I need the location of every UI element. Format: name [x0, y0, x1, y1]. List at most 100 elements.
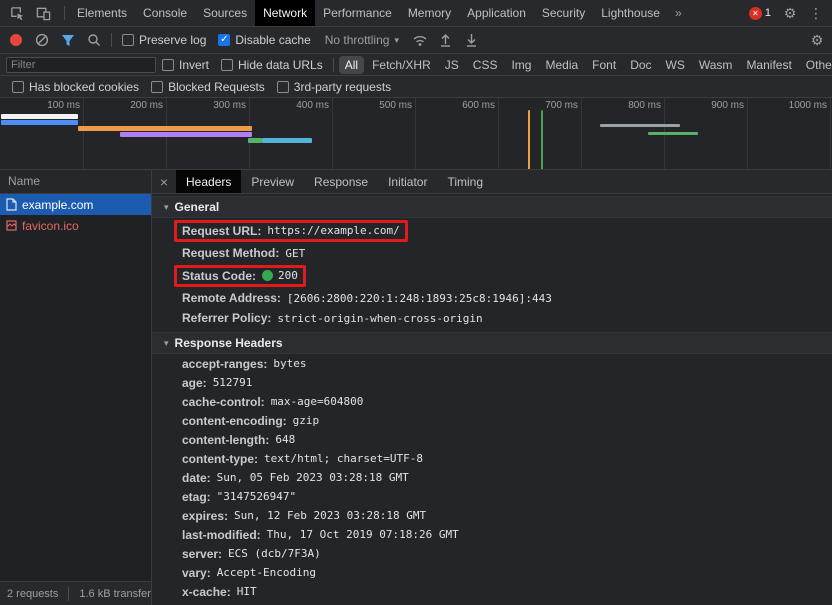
timeline-gridline: 100 ms [83, 98, 84, 169]
divider [333, 58, 334, 72]
general-section-header[interactable]: ▾ General [152, 196, 832, 218]
request-details-panel: × Headers Preview Response Initiator Tim… [152, 170, 832, 605]
request-rows: example.com favicon.ico [0, 194, 151, 581]
device-toolbar-icon[interactable] [30, 0, 56, 26]
filter-type-wasm[interactable]: Wasm [693, 56, 739, 74]
timeline-tick-label: 200 ms [105, 100, 163, 111]
invert-label: Invert [179, 58, 209, 72]
header-key: age: [182, 376, 207, 390]
preserve-log-checkbox[interactable]: Preserve log [122, 33, 206, 47]
header-key: Remote Address: [182, 291, 281, 305]
tab-console[interactable]: Console [135, 0, 195, 26]
network-summary-bar: 2 requests 1.6 kB transferred [0, 581, 151, 605]
hide-data-urls-checkbox[interactable]: Hide data URLs [221, 58, 323, 72]
filter-type-font[interactable]: Font [586, 56, 622, 74]
throttling-value: No throttling [325, 33, 390, 47]
timeline-tick-label: 1000 ms [769, 100, 827, 111]
tab-sources[interactable]: Sources [195, 0, 255, 26]
filter-type-ws[interactable]: WS [660, 56, 691, 74]
tab-memory[interactable]: Memory [400, 0, 459, 26]
timeline-tick-label: 100 ms [22, 100, 80, 111]
header-value: Sun, 12 Feb 2023 03:28:18 GMT [234, 509, 426, 522]
filter-type-js[interactable]: JS [439, 56, 465, 74]
settings-gear-icon[interactable]: ⚙ [778, 0, 802, 26]
filter-type-img[interactable]: Img [505, 56, 537, 74]
search-icon[interactable] [81, 28, 107, 52]
invert-checkbox[interactable]: Invert [162, 58, 209, 72]
overview-bar [120, 132, 252, 137]
network-settings-gear-icon[interactable]: ⚙ [805, 27, 829, 53]
header-value: HIT [237, 585, 257, 598]
tab-network[interactable]: Network [255, 0, 315, 26]
checkbox-unchecked-icon [277, 81, 289, 93]
request-row-favicon-ico[interactable]: favicon.ico [0, 215, 151, 236]
header-value: ECS (dcb/7F3A) [228, 547, 321, 560]
tab-security[interactable]: Security [534, 0, 593, 26]
network-conditions-icon[interactable] [407, 28, 433, 52]
header-value: 648 [275, 433, 295, 446]
filter-type-fetch-xhr[interactable]: Fetch/XHR [366, 56, 437, 74]
tab-application[interactable]: Application [459, 0, 534, 26]
error-count: 1 [765, 7, 771, 19]
response-header-line: cache-control: max-age=604800 [152, 392, 832, 411]
overview-bar [600, 124, 680, 127]
timeline-tick-label: 500 ms [354, 100, 412, 111]
tab-elements[interactable]: Elements [69, 0, 135, 26]
tab-lighthouse[interactable]: Lighthouse [593, 0, 668, 26]
network-main: Name example.com favicon.ico 2 requests [0, 170, 832, 605]
request-row-example-com[interactable]: example.com [0, 194, 151, 215]
name-column-header[interactable]: Name [0, 170, 151, 194]
status-green-dot-icon [262, 270, 273, 281]
details-tabbar: × Headers Preview Response Initiator Tim… [152, 170, 832, 194]
disable-cache-checkbox[interactable]: Disable cache [218, 33, 310, 47]
inspect-element-icon[interactable] [4, 0, 30, 26]
header-key: Request URL: [182, 224, 261, 238]
header-line-remote-address: Remote Address: [2606:2800:220:1:248:189… [152, 288, 832, 308]
devtools-window: Elements Console Sources Network Perform… [0, 0, 832, 605]
clear-button[interactable] [29, 28, 55, 52]
filter-type-media[interactable]: Media [539, 56, 584, 74]
response-header-line: etag: "3147526947" [152, 487, 832, 506]
more-tabs-button[interactable]: » [668, 0, 689, 26]
header-key: Referrer Policy: [182, 311, 271, 325]
error-count-badge[interactable]: ✕ 1 [744, 7, 776, 20]
filter-type-all[interactable]: All [339, 56, 364, 74]
header-key: date: [182, 471, 211, 485]
kebab-menu-icon[interactable]: ⋮ [804, 0, 828, 26]
record-button[interactable] [3, 28, 29, 52]
tab-initiator[interactable]: Initiator [378, 170, 437, 193]
overview-bar [262, 138, 312, 143]
divider [68, 587, 69, 601]
filter-type-other[interactable]: Other [800, 56, 832, 74]
filter-type-css[interactable]: CSS [467, 56, 504, 74]
response-header-line: server: ECS (dcb/7F3A) [152, 544, 832, 563]
filter-input[interactable] [6, 57, 156, 73]
filter-funnel-icon[interactable] [55, 28, 81, 52]
filter-type-doc[interactable]: Doc [624, 56, 657, 74]
blocked-requests-checkbox[interactable]: Blocked Requests [151, 80, 265, 94]
tab-response[interactable]: Response [304, 170, 378, 193]
tab-performance[interactable]: Performance [315, 0, 400, 26]
checkbox-checked-icon [218, 34, 230, 46]
tab-preview[interactable]: Preview [241, 170, 304, 193]
has-blocked-cookies-checkbox[interactable]: Has blocked cookies [12, 80, 139, 94]
tab-timing[interactable]: Timing [437, 170, 493, 193]
header-value: strict-origin-when-cross-origin [277, 312, 482, 325]
network-overview-timeline[interactable]: 100 ms200 ms300 ms400 ms500 ms600 ms700 … [0, 98, 832, 170]
filter-type-manifest[interactable]: Manifest [740, 56, 797, 74]
header-key: content-encoding: [182, 414, 287, 428]
divider [111, 33, 112, 47]
broken-image-icon [6, 220, 17, 231]
throttling-select[interactable]: No throttling ▾ [325, 33, 399, 47]
export-har-icon[interactable] [459, 28, 485, 52]
tab-headers[interactable]: Headers [176, 170, 241, 193]
close-icon[interactable]: × [152, 170, 176, 193]
import-har-icon[interactable] [433, 28, 459, 52]
third-party-requests-checkbox[interactable]: 3rd-party requests [277, 80, 391, 94]
red-annotation-box: Status Code: 200 [174, 265, 306, 287]
headers-body: ▾ General Request URL: https://example.c… [152, 194, 832, 605]
header-key: x-cache: [182, 585, 231, 599]
overview-bar [528, 110, 530, 170]
response-headers-section-header[interactable]: ▾ Response Headers [152, 332, 832, 354]
header-value: Accept-Encoding [217, 566, 316, 579]
